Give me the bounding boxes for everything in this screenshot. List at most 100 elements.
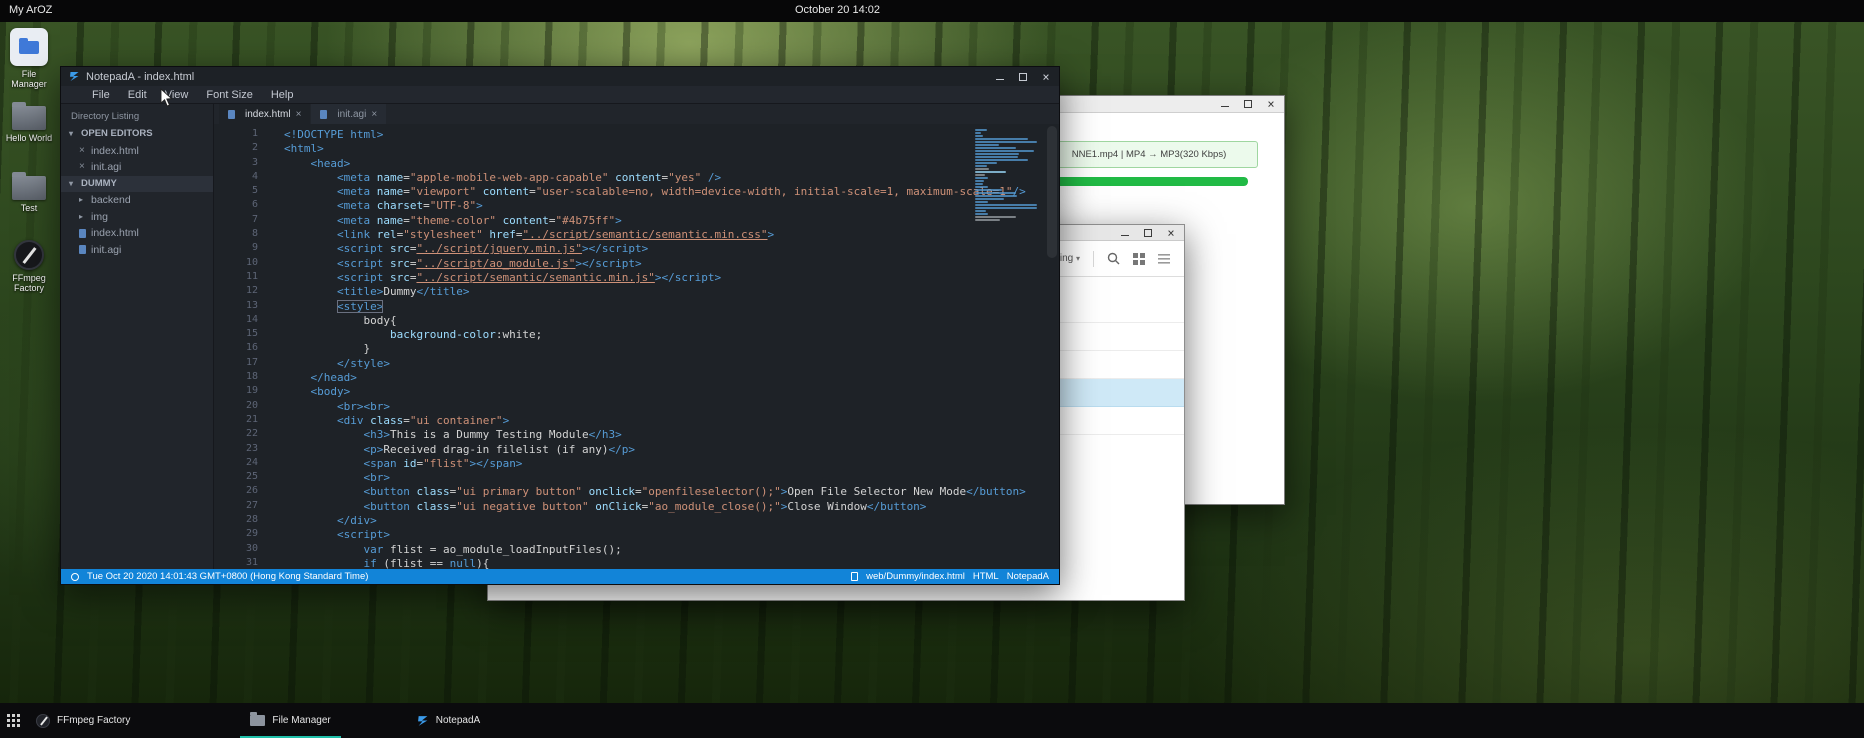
close-icon[interactable]: × bbox=[79, 159, 91, 176]
menu-edit[interactable]: Edit bbox=[119, 89, 156, 101]
minimap-line bbox=[975, 207, 1037, 209]
tab-index-html[interactable]: index.html × bbox=[219, 104, 310, 124]
menu-view[interactable]: View bbox=[156, 89, 198, 101]
tree-folder-label: backend bbox=[91, 192, 131, 209]
line-number: 12 bbox=[214, 285, 258, 299]
menu-file[interactable]: File bbox=[83, 89, 119, 101]
code-line: background-color:white; bbox=[284, 328, 1059, 342]
code-line: <title>Dummy</title> bbox=[284, 285, 1059, 299]
minimap-line bbox=[975, 150, 1034, 152]
code-line: <meta name="apple-mobile-web-app-capable… bbox=[284, 171, 1059, 185]
taskbar-item-ffmpeg-factory[interactable]: FFmpeg Factory bbox=[26, 703, 140, 738]
minimap-line bbox=[975, 147, 1016, 149]
section-label: DUMMY bbox=[81, 176, 117, 193]
tab-label: init.agi bbox=[337, 109, 366, 120]
minimap-line bbox=[975, 144, 999, 146]
line-number: 25 bbox=[214, 471, 258, 485]
taskbar-item-label: NotepadA bbox=[436, 715, 480, 726]
code-editor[interactable]: 1234567891011121314151617181920212223242… bbox=[214, 124, 1059, 569]
desktop-icon-label: FFmpeg Factory bbox=[4, 273, 54, 294]
minimap-line bbox=[975, 213, 988, 215]
line-number: 18 bbox=[214, 371, 258, 385]
maximize-icon[interactable] bbox=[1018, 72, 1028, 82]
code-line: } bbox=[284, 342, 1059, 356]
chevron-right-icon: ▸ bbox=[79, 209, 91, 226]
open-editor-label: index.html bbox=[91, 143, 139, 160]
os-brand[interactable]: My ArOZ bbox=[9, 4, 52, 16]
notepada-titlebar[interactable]: NotepadA - index.html × bbox=[61, 67, 1059, 86]
minimap-line bbox=[975, 177, 988, 179]
line-number: 9 bbox=[214, 242, 258, 256]
tree-file-index-html[interactable]: index.html bbox=[61, 225, 213, 242]
close-icon[interactable]: × bbox=[371, 109, 377, 120]
maximize-icon[interactable] bbox=[1243, 99, 1253, 109]
code-lines[interactable]: <!DOCTYPE html><html> <head> <meta name=… bbox=[272, 124, 1059, 569]
tab-label: index.html bbox=[245, 109, 291, 120]
desktop-icon-ffmpeg-factory[interactable]: FFmpeg Factory bbox=[4, 240, 54, 294]
app-launcher-icon[interactable] bbox=[7, 714, 20, 727]
close-icon[interactable]: × bbox=[1266, 99, 1276, 109]
minimap-line bbox=[975, 204, 1037, 206]
line-number: 29 bbox=[214, 528, 258, 542]
minimap-line bbox=[975, 129, 987, 131]
minimize-icon[interactable] bbox=[995, 72, 1005, 82]
code-line: </div> bbox=[284, 514, 1059, 528]
section-open-editors[interactable]: ▾ OPEN EDITORS bbox=[61, 126, 213, 143]
notepada-window: NotepadA - index.html × File Edit View F… bbox=[60, 66, 1060, 585]
minimap-line bbox=[975, 141, 1037, 143]
menu-font-size[interactable]: Font Size bbox=[197, 89, 261, 101]
code-line: <meta charset="UTF-8"> bbox=[284, 199, 1059, 213]
minimap[interactable] bbox=[973, 128, 1043, 221]
taskbar-item-file-manager[interactable]: File Manager bbox=[240, 703, 340, 738]
desktop-icon-hello-world[interactable]: Hello World bbox=[4, 106, 54, 143]
maximize-icon[interactable] bbox=[1143, 228, 1153, 238]
code-line: <link rel="stylesheet" href="../script/s… bbox=[284, 228, 1059, 242]
notepada-statusbar: Tue Oct 20 2020 14:01:43 GMT+0800 (Hong … bbox=[61, 569, 1059, 584]
tree-folder-img[interactable]: ▸ img bbox=[61, 209, 213, 226]
tree-file-init-agi[interactable]: init.agi bbox=[61, 242, 213, 259]
minimize-icon[interactable] bbox=[1120, 228, 1130, 238]
status-file-path: web/Dummy/index.html bbox=[866, 571, 965, 582]
close-icon[interactable]: × bbox=[79, 143, 91, 160]
minimap-line bbox=[975, 156, 1018, 158]
tab-init-agi[interactable]: init.agi × bbox=[311, 104, 386, 124]
minimize-icon[interactable] bbox=[1220, 99, 1230, 109]
code-line: </style> bbox=[284, 357, 1059, 371]
code-line: <meta name="viewport" content="user-scal… bbox=[284, 185, 1059, 199]
chevron-down-icon: ▾ bbox=[69, 126, 81, 143]
line-number: 2 bbox=[214, 142, 258, 156]
tree-folder-backend[interactable]: ▸ backend bbox=[61, 192, 213, 209]
desktop-icon-label: Hello World bbox=[4, 133, 54, 143]
minimap-line bbox=[975, 132, 981, 134]
code-line: <!DOCTYPE html> bbox=[284, 128, 1059, 142]
line-number: 15 bbox=[214, 328, 258, 342]
tree-folder-label: img bbox=[91, 209, 108, 226]
ffmpeg-window-titlebar[interactable]: × bbox=[1024, 96, 1284, 113]
taskbar-item-notepada[interactable]: NotepadA bbox=[407, 703, 490, 738]
editor-scrollbar[interactable] bbox=[1047, 126, 1057, 258]
search-icon[interactable] bbox=[1107, 252, 1120, 265]
code-line: </head> bbox=[284, 371, 1059, 385]
ffmpeg-progress-fill bbox=[1042, 177, 1248, 186]
tree-file-label: index.html bbox=[91, 225, 139, 242]
code-line: <script src="../script/semantic/semantic… bbox=[284, 271, 1059, 285]
desktop-icon-test[interactable]: Test bbox=[4, 176, 54, 213]
close-icon[interactable]: × bbox=[1166, 228, 1176, 238]
close-icon[interactable]: × bbox=[1041, 72, 1051, 82]
section-project-dummy[interactable]: ▾ DUMMY bbox=[61, 176, 213, 193]
code-line: <div class="ui container"> bbox=[284, 414, 1059, 428]
list-view-icon[interactable] bbox=[1158, 254, 1170, 264]
menu-help[interactable]: Help bbox=[262, 89, 303, 101]
minimap-line bbox=[975, 180, 984, 182]
open-editor-item[interactable]: × init.agi bbox=[61, 159, 213, 176]
status-language: HTML bbox=[973, 571, 999, 582]
minimap-line bbox=[975, 168, 989, 170]
minimap-line bbox=[975, 171, 1006, 173]
grid-view-icon[interactable] bbox=[1133, 253, 1145, 265]
close-icon[interactable]: × bbox=[296, 109, 302, 120]
open-editor-item[interactable]: × index.html bbox=[61, 143, 213, 160]
desktop-icon-file-manager[interactable]: File Manager bbox=[4, 28, 54, 90]
minimap-line bbox=[975, 198, 1004, 200]
status-app-name: NotepadA bbox=[1007, 571, 1049, 582]
sidebar-header: Directory Listing bbox=[61, 108, 213, 126]
